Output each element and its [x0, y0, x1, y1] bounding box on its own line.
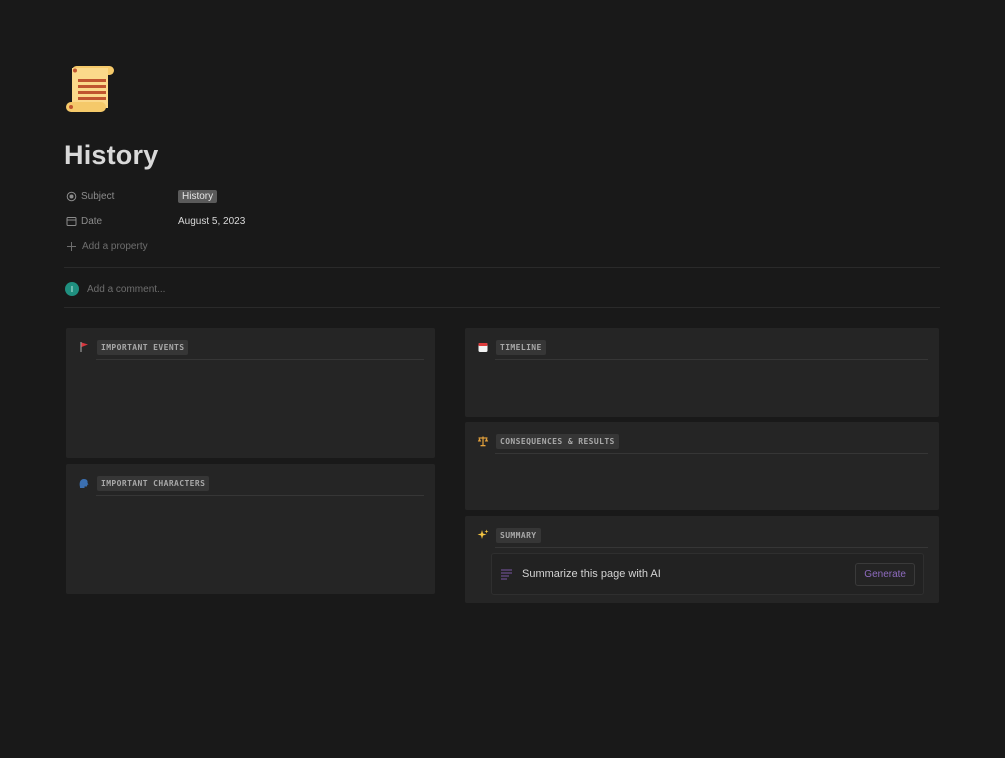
- summary-label: SUMMARY: [496, 527, 541, 543]
- divider: [96, 495, 424, 496]
- important-events-card[interactable]: IMPORTANT EVENTS: [66, 328, 435, 458]
- divider: [96, 359, 424, 360]
- comment-input[interactable]: Add a comment...: [87, 284, 165, 295]
- important-characters-label: IMPORTANT CHARACTERS: [97, 475, 210, 491]
- property-subject[interactable]: Subject History: [66, 186, 218, 206]
- calendar-icon: [66, 216, 77, 226]
- divider: [495, 453, 928, 454]
- consequences-card[interactable]: CONSEQUENCES & RESULTS: [465, 422, 939, 510]
- important-events-label: IMPORTANT EVENTS: [97, 339, 189, 355]
- page: History Subject History Date August 5, 2…: [0, 0, 1005, 758]
- comment-row[interactable]: I Add a comment...: [64, 280, 165, 298]
- divider: [64, 307, 940, 308]
- divider: [495, 359, 928, 360]
- divider: [64, 267, 940, 268]
- divider: [495, 547, 928, 548]
- red-flag-icon: [77, 340, 91, 354]
- property-name-date: Date: [81, 215, 103, 227]
- speaking-head-icon: [77, 476, 91, 490]
- ai-summary-icon: [500, 568, 513, 580]
- status-icon: [66, 191, 77, 201]
- scroll-icon[interactable]: [64, 62, 118, 116]
- generate-button[interactable]: Generate: [855, 562, 915, 586]
- consequences-label: CONSEQUENCES & RESULTS: [496, 433, 619, 449]
- add-property-button[interactable]: Add a property: [66, 236, 148, 256]
- page-title[interactable]: History: [64, 140, 158, 171]
- add-property-label: Add a property: [82, 240, 148, 252]
- property-date[interactable]: Date August 5, 2023: [66, 211, 245, 231]
- ai-summary-text: Summarize this page with AI: [522, 568, 661, 580]
- summary-card[interactable]: SUMMARY Summarize this page with AI Gene…: [465, 516, 939, 603]
- balance-scale-icon: [476, 434, 490, 448]
- date-value[interactable]: August 5, 2023: [178, 216, 245, 227]
- timeline-card[interactable]: TIMELINE: [465, 328, 939, 417]
- sparkles-icon: [476, 528, 490, 542]
- property-name-subject: Subject: [81, 190, 115, 202]
- avatar: I: [65, 282, 79, 296]
- calendar-icon: [476, 340, 490, 354]
- plus-icon: [67, 241, 76, 251]
- important-characters-card[interactable]: IMPORTANT CHARACTERS: [66, 464, 435, 594]
- subject-tag[interactable]: History: [178, 189, 218, 203]
- timeline-label: TIMELINE: [496, 339, 546, 355]
- ai-summary-block[interactable]: Summarize this page with AI Generate: [491, 553, 924, 595]
